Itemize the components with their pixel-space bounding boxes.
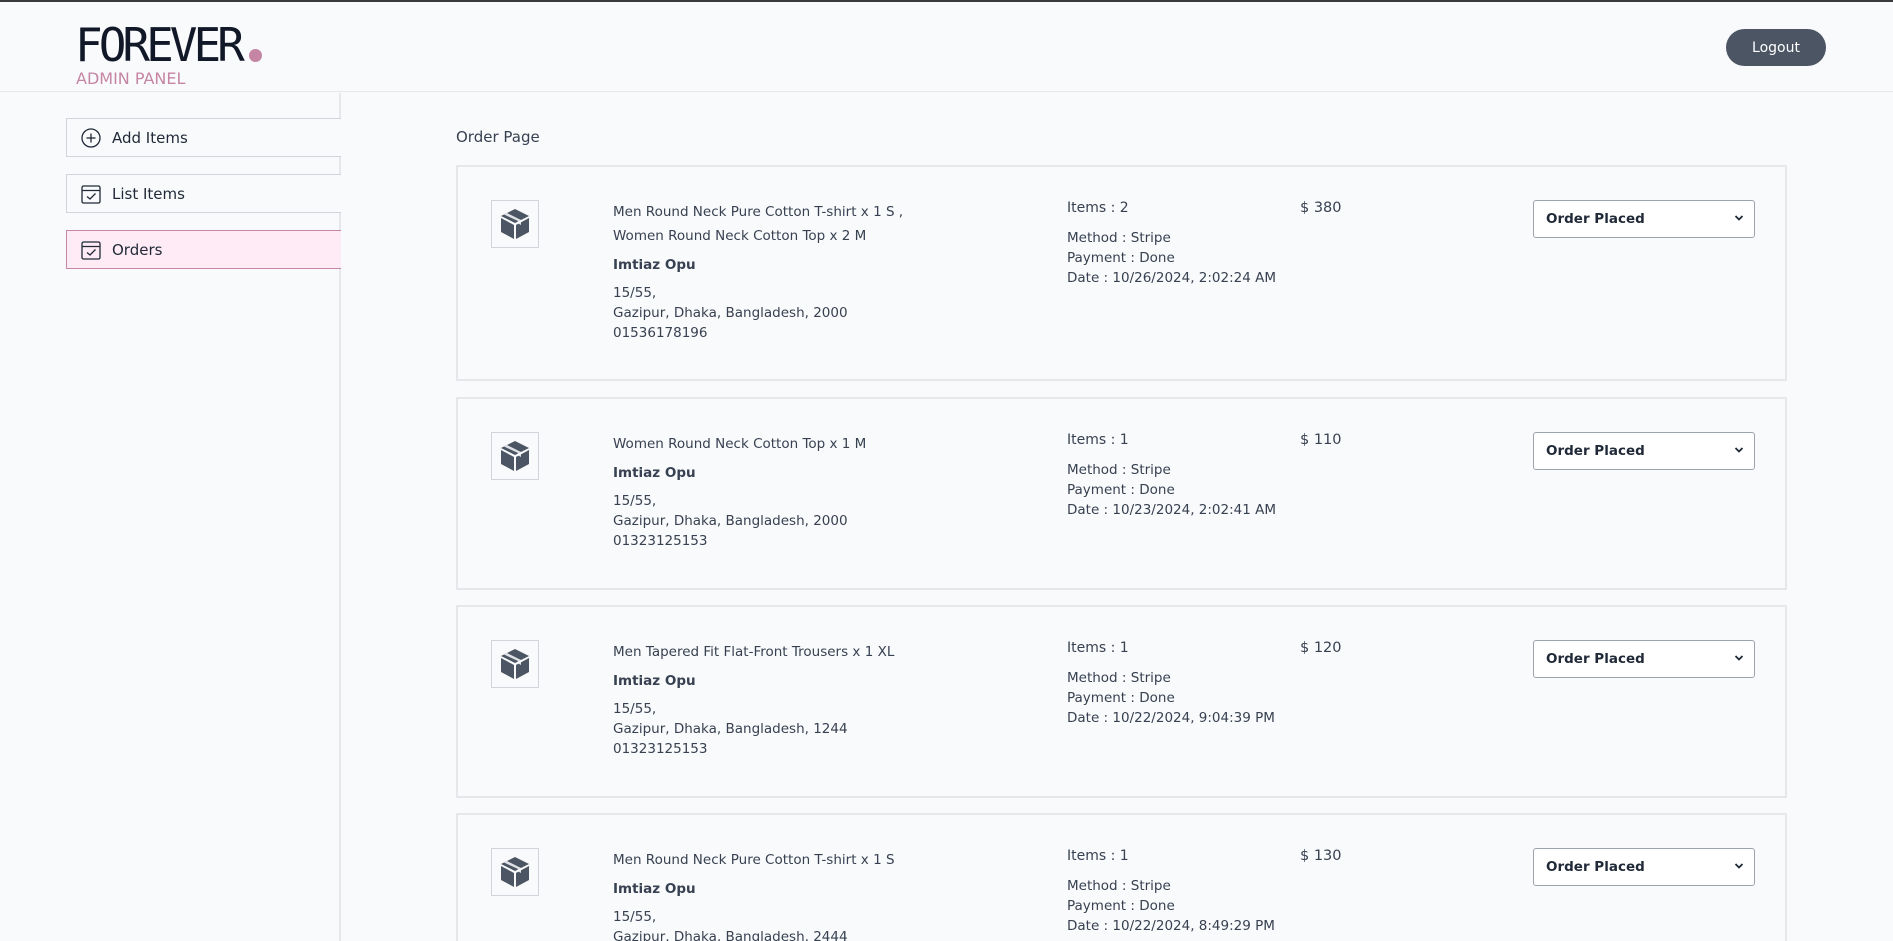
address-line: Gazipur, Dhaka, Bangladesh, 2000 (613, 513, 848, 529)
order-card: Women Round Neck Cotton Top x 1 M Imtiaz… (456, 397, 1787, 590)
order-product-line: Men Round Neck Pure Cotton T-shirt x 1 S (613, 852, 895, 868)
customer-name: Imtiaz Opu (613, 257, 696, 273)
order-product-line: Men Round Neck Pure Cotton T-shirt x 1 S… (613, 204, 904, 220)
payment-method: Method : Stripe (1067, 230, 1171, 246)
selected-status: Order Placed (1546, 651, 1645, 667)
logo-dot (248, 49, 262, 62)
order-date: Date : 10/22/2024, 8:49:29 PM (1067, 918, 1275, 934)
order-card: Men Round Neck Pure Cotton T-shirt x 1 S… (456, 813, 1787, 941)
customer-phone: 01323125153 (613, 533, 708, 549)
address-line: Gazipur, Dhaka, Bangladesh, 1244 (613, 721, 848, 737)
parcel-icon (491, 848, 539, 896)
payment-method: Method : Stripe (1067, 670, 1171, 686)
payment-status: Payment : Done (1067, 250, 1175, 266)
top-navbar: FOREVER ADMIN PANEL Logout (0, 2, 1893, 92)
customer-phone: 01536178196 (613, 325, 708, 341)
parcel-icon (491, 200, 539, 248)
chevron-down-icon (1734, 211, 1744, 227)
payment-status: Payment : Done (1067, 690, 1175, 706)
order-amount: $ 120 (1300, 640, 1342, 656)
parcel-icon (491, 432, 539, 480)
order-product-line: Men Tapered Fit Flat-Front Trousers x 1 … (613, 644, 895, 660)
sidebar-item-list-items[interactable]: List Items (66, 174, 341, 213)
page-title: Order Page (456, 128, 540, 146)
order-date: Date : 10/26/2024, 2:02:24 AM (1067, 270, 1277, 286)
sidebar-item-label: Orders (112, 240, 163, 259)
customer-name: Imtiaz Opu (613, 881, 696, 897)
chevron-down-icon (1734, 859, 1744, 875)
selected-status: Order Placed (1546, 211, 1645, 227)
order-amount: $ 110 (1300, 432, 1342, 448)
address-line: 15/55, (613, 701, 657, 717)
items-count: Items : 1 (1067, 640, 1129, 656)
selected-status: Order Placed (1546, 859, 1645, 875)
chevron-down-icon (1734, 443, 1744, 459)
order-status-select[interactable]: Order Placed (1533, 432, 1755, 470)
sidebar-item-label: List Items (112, 184, 185, 203)
order-status-select[interactable]: Order Placed (1533, 640, 1755, 678)
payment-status: Payment : Done (1067, 482, 1175, 498)
plus-circle-icon (80, 127, 102, 149)
parcel-icon (491, 640, 539, 688)
address-line: 15/55, (613, 909, 657, 925)
customer-name: Imtiaz Opu (613, 465, 696, 481)
address-line: Gazipur, Dhaka, Bangladesh, 2000 (613, 305, 848, 321)
calendar-check-icon (80, 239, 102, 261)
chevron-down-icon (1734, 651, 1744, 667)
address-line: 15/55, (613, 285, 657, 301)
order-amount: $ 380 (1300, 200, 1342, 216)
sidebar: Add Items List Items Orders (0, 93, 341, 941)
payment-method: Method : Stripe (1067, 878, 1171, 894)
order-status-select[interactable]: Order Placed (1533, 848, 1755, 886)
items-count: Items : 2 (1067, 200, 1129, 216)
sidebar-item-add-items[interactable]: Add Items (66, 118, 341, 157)
calendar-check-icon (80, 183, 102, 205)
address-line: 15/55, (613, 493, 657, 509)
order-card: Men Round Neck Pure Cotton T-shirt x 1 S… (456, 165, 1787, 381)
sidebar-item-orders[interactable]: Orders (66, 230, 341, 269)
order-date: Date : 10/23/2024, 2:02:41 AM (1067, 502, 1277, 518)
payment-status: Payment : Done (1067, 898, 1175, 914)
brand-logo[interactable]: FOREVER ADMIN PANEL (75, 22, 262, 88)
items-count: Items : 1 (1067, 848, 1129, 864)
order-status-select[interactable]: Order Placed (1533, 200, 1755, 238)
order-product-line: Women Round Neck Cotton Top x 2 M (613, 228, 867, 244)
customer-name: Imtiaz Opu (613, 673, 696, 689)
order-product-line: Women Round Neck Cotton Top x 1 M (613, 436, 867, 452)
order-date: Date : 10/22/2024, 9:04:39 PM (1067, 710, 1275, 726)
logout-button[interactable]: Logout (1726, 29, 1826, 66)
order-card: Men Tapered Fit Flat-Front Trousers x 1 … (456, 605, 1787, 798)
order-amount: $ 130 (1300, 848, 1342, 864)
sidebar-item-label: Add Items (112, 128, 188, 147)
customer-phone: 01323125153 (613, 741, 708, 757)
items-count: Items : 1 (1067, 432, 1129, 448)
address-line: Gazipur, Dhaka, Bangladesh, 2444 (613, 929, 848, 941)
selected-status: Order Placed (1546, 443, 1645, 459)
payment-method: Method : Stripe (1067, 462, 1171, 478)
logo-text: FOREVER (75, 18, 245, 72)
